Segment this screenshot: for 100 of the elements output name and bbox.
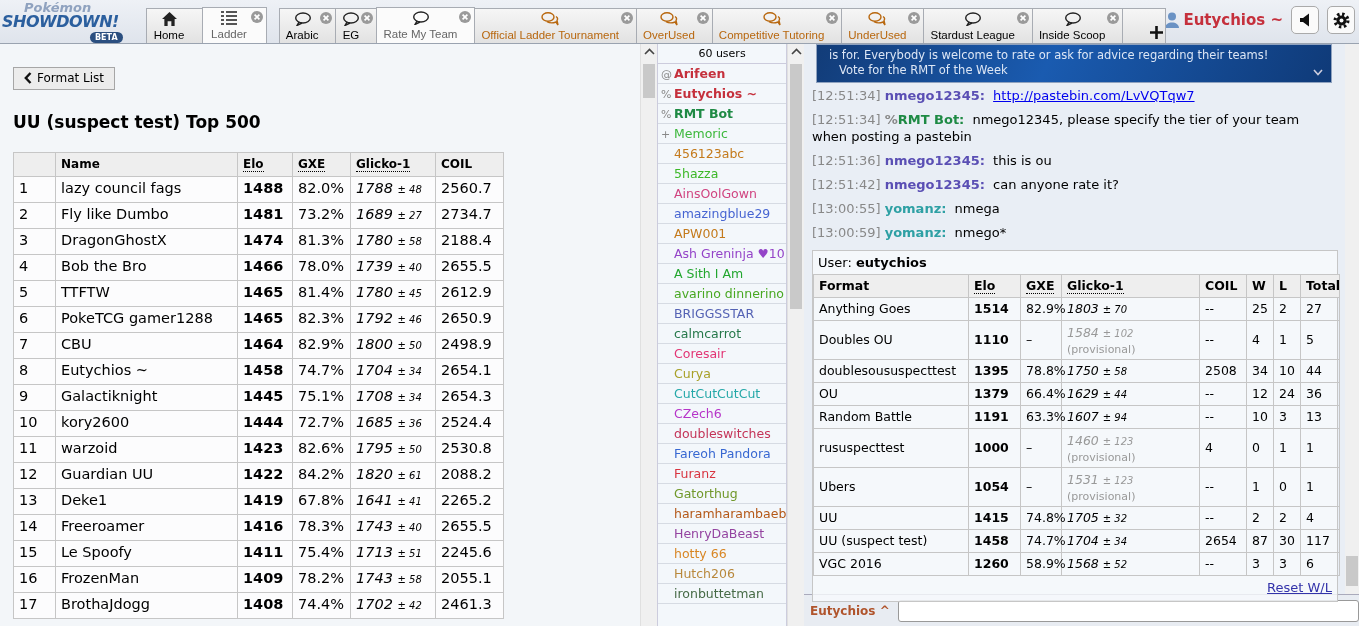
glicko-cell: 1641 ± 41 xyxy=(350,488,436,514)
close-icon[interactable] xyxy=(826,12,839,24)
player-name[interactable]: FrozenMan xyxy=(55,566,238,592)
elo-cell: 1474 xyxy=(237,228,293,254)
gxe-cell: 72.7% xyxy=(292,410,351,436)
close-icon[interactable] xyxy=(251,11,263,23)
close-icon[interactable] xyxy=(1016,12,1029,24)
player-name[interactable]: Le Spoofy xyxy=(55,540,238,566)
wins-cell: 2 xyxy=(1246,506,1274,530)
user-list-item[interactable]: haramharambaeb xyxy=(658,504,786,524)
player-name[interactable]: DragonGhostX xyxy=(55,228,238,254)
user-list-item[interactable]: Fareoh Pandora xyxy=(658,444,786,464)
close-icon[interactable] xyxy=(361,12,374,24)
user-list-item[interactable]: % RMT Bot xyxy=(658,104,786,124)
column-header[interactable]: Glicko-1 xyxy=(350,152,436,176)
elo-cell: 1379 xyxy=(968,382,1021,406)
player-name[interactable]: Fly like Dumbo xyxy=(55,202,238,228)
tab[interactable]: Inside Scoop xyxy=(1031,8,1124,43)
sound-button[interactable] xyxy=(1291,6,1319,34)
player-name[interactable]: Galactiknight xyxy=(55,384,238,410)
user-list-item[interactable]: ironbuttetman xyxy=(658,584,786,604)
settings-icon xyxy=(1332,11,1350,29)
tab[interactable]: OverUsed xyxy=(636,8,713,43)
player-name[interactable]: CBU xyxy=(55,332,238,358)
tab[interactable]: Rate My Team xyxy=(376,7,476,43)
home-icon xyxy=(161,12,177,26)
link[interactable]: http://pastebin.com/LvVQTqw7 xyxy=(993,88,1195,103)
tab[interactable]: Home xyxy=(146,8,203,43)
player-name[interactable]: lazy council fags xyxy=(55,176,238,202)
user-list-item[interactable]: calmcarrot xyxy=(658,324,786,344)
close-icon[interactable] xyxy=(621,12,634,24)
coil-cell: 2461.3 xyxy=(435,592,504,618)
glicko-cell: 1780 ± 45 xyxy=(350,280,436,306)
user-list-item[interactable]: amazingblue29 xyxy=(658,204,786,224)
scrollbar-thumb[interactable] xyxy=(643,64,655,98)
player-name[interactable]: kory2600 xyxy=(55,410,238,436)
total-cell: 13 xyxy=(1300,405,1340,429)
column-header[interactable]: Elo xyxy=(237,152,293,176)
player-name[interactable]: Freeroamer xyxy=(55,514,238,540)
tab[interactable]: UnderUsed xyxy=(841,8,925,43)
close-icon[interactable] xyxy=(1107,12,1120,24)
username[interactable]: Eutychios ~ xyxy=(1183,8,1283,32)
elo-cell: 1466 xyxy=(237,254,293,280)
user-list-item[interactable]: BRIGGSSTAR xyxy=(658,304,786,324)
player-name[interactable]: Guardian UU xyxy=(55,462,238,488)
user-list-item[interactable]: 456123abc xyxy=(658,144,786,164)
back-button[interactable]: Format List xyxy=(13,67,116,90)
user-list-item[interactable]: Ash Greninja ♥10 xyxy=(658,244,786,264)
glicko-cell: 1702 ± 42 xyxy=(350,592,436,618)
tab[interactable]: Ladder xyxy=(202,7,267,43)
close-icon[interactable] xyxy=(908,12,921,24)
player-name[interactable]: Eutychios ~ xyxy=(55,358,238,384)
rank-cell: 12 xyxy=(13,462,56,488)
user-list-item[interactable]: doubleswitches xyxy=(658,424,786,444)
rank-cell: 10 xyxy=(13,410,56,436)
rank-cell: 9 xyxy=(13,384,56,410)
message-input[interactable] xyxy=(897,599,1359,622)
coil-cell: -- xyxy=(1199,467,1247,507)
user-list-item[interactable]: Coresair xyxy=(658,344,786,364)
new-tab-button[interactable] xyxy=(1122,8,1167,43)
close-icon[interactable] xyxy=(320,12,333,24)
total-cell: 27 xyxy=(1300,297,1340,321)
tab[interactable]: Stardust League xyxy=(923,8,1033,43)
chat-bubble-icon xyxy=(342,12,360,26)
player-name[interactable]: TTFTW xyxy=(55,280,238,306)
player-name[interactable]: warzoid xyxy=(55,436,238,462)
chevron-up-icon[interactable] xyxy=(644,48,655,55)
user-list-item[interactable]: AinsOolGown xyxy=(658,184,786,204)
coil-cell: 2530.8 xyxy=(435,436,504,462)
user-list-item[interactable]: APW001 xyxy=(658,224,786,244)
scrollbar-thumb[interactable] xyxy=(1346,556,1358,586)
tab[interactable]: EG xyxy=(335,8,378,43)
scrollbar[interactable] xyxy=(787,44,804,626)
tab[interactable]: Arabic xyxy=(278,8,337,43)
user-list-item[interactable]: Hutch206 xyxy=(658,564,786,584)
player-name[interactable]: PokeTCG gamer1288 xyxy=(55,306,238,332)
settings-button[interactable] xyxy=(1327,6,1355,34)
elo-cell: 1423 xyxy=(237,436,293,462)
user-list-item[interactable]: Gatorthug xyxy=(658,484,786,504)
close-icon[interactable] xyxy=(459,11,472,23)
user-list-item[interactable]: Furanz xyxy=(658,464,786,484)
chevron-up-icon[interactable] xyxy=(791,48,802,55)
coil-cell: 2734.7 xyxy=(435,202,504,228)
player-name[interactable]: BrothaJdogg xyxy=(55,592,238,618)
user-list-item[interactable]: + Memoric xyxy=(658,124,786,144)
gxe-cell: 78.0% xyxy=(292,254,351,280)
user-list-item[interactable]: % Eutychios ~ xyxy=(658,84,786,104)
close-icon[interactable] xyxy=(696,12,709,24)
column-header[interactable]: GXE xyxy=(292,152,351,176)
user-list-item[interactable]: @ Arifeen xyxy=(658,64,786,84)
reset-link[interactable]: Reset W/L xyxy=(1267,580,1332,595)
tab[interactable]: Official Ladder Tournament xyxy=(474,8,638,43)
player-name[interactable]: Deke1 xyxy=(55,488,238,514)
player-name[interactable]: Bob the Bro xyxy=(55,254,238,280)
scrollbar[interactable] xyxy=(640,44,657,626)
user-list-item[interactable]: HenryDaBeast xyxy=(658,524,786,544)
scrollbar-thumb[interactable] xyxy=(790,64,802,309)
user-list-item[interactable]: A Sith I Am xyxy=(658,264,786,284)
tab[interactable]: Competitive Tutoring xyxy=(711,8,843,43)
user-list-item[interactable]: CZech6 xyxy=(658,404,786,424)
